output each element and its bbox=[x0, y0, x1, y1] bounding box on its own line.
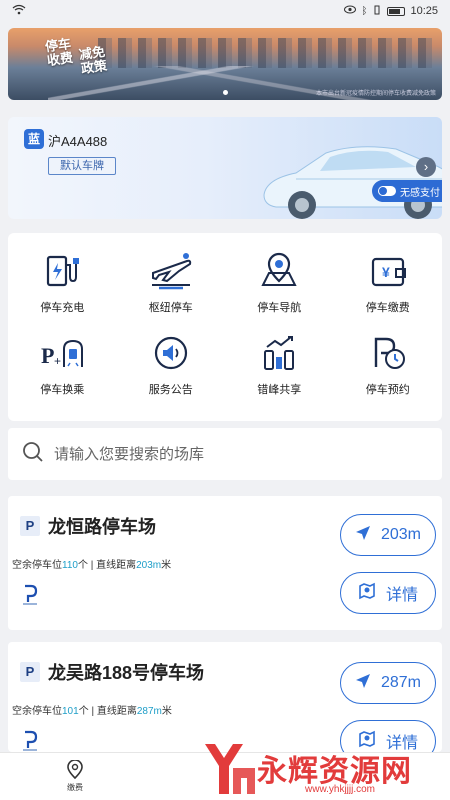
distance: 203m bbox=[136, 560, 162, 571]
svg-text:¥: ¥ bbox=[382, 264, 390, 280]
service-announcements[interactable]: 服务公告 bbox=[117, 331, 226, 413]
service-label: 错峰共享 bbox=[257, 384, 302, 396]
search-icon bbox=[22, 441, 44, 468]
service-parking-navigation[interactable]: 停车导航 bbox=[225, 249, 334, 331]
service-label: 枢纽停车 bbox=[148, 302, 193, 314]
service-park-and-ride[interactable]: P + 停车换乘 bbox=[8, 331, 117, 413]
plate-number: 沪A4A488 bbox=[48, 134, 108, 149]
plane-parking-icon bbox=[149, 249, 193, 293]
banner-title-line2: 减免政策 bbox=[78, 43, 108, 77]
parking-lot-card[interactable]: P 龙吴路188号停车场 空余停车位101个 | 直线距离287m米 287m … bbox=[8, 642, 442, 752]
info-mid: 个 | 直线距离 bbox=[77, 560, 137, 571]
info-mid: 个 | 直线距离 bbox=[78, 706, 137, 717]
detail-label: 详情 bbox=[385, 735, 418, 752]
eye-icon bbox=[344, 5, 357, 17]
reservation-clock-icon bbox=[366, 331, 410, 375]
info-prefix: 空余停车位 bbox=[12, 706, 62, 717]
navigate-label: 203m bbox=[380, 526, 422, 543]
service-label: 停车导航 bbox=[257, 302, 302, 314]
free-spaces: 110 bbox=[62, 560, 78, 571]
detail-button[interactable]: 详情 bbox=[340, 720, 436, 752]
detail-button[interactable]: 详情 bbox=[340, 572, 436, 614]
banner-pager-dot bbox=[223, 90, 228, 95]
bottom-tab-bar: 缴费 bbox=[0, 752, 450, 800]
park-and-ride-icon: P + bbox=[40, 331, 84, 375]
service-grid: 停车充电 枢纽停车 停车导航 ¥ 停车缴费 P+ 停车换乘 服务公告 错峰共享 bbox=[8, 233, 442, 421]
banner-title-line1: 停车收费 bbox=[44, 35, 74, 69]
lot-name: 龙吴路188号停车场 bbox=[48, 663, 205, 683]
service-label: 停车充电 bbox=[40, 302, 85, 314]
svg-text:P: P bbox=[41, 343, 54, 368]
info-suffix: 米 bbox=[161, 560, 172, 571]
status-bar: ᛒ 10:25 bbox=[0, 0, 450, 22]
navigate-label: 287m bbox=[380, 674, 422, 691]
navigate-button[interactable]: 287m bbox=[340, 662, 436, 704]
operator-logo-icon bbox=[23, 584, 38, 605]
distance: 287m bbox=[136, 706, 162, 717]
search-bar[interactable] bbox=[8, 428, 442, 480]
battery-icon bbox=[387, 6, 406, 16]
info-prefix: 空余停车位 bbox=[12, 560, 62, 571]
wifi-icon bbox=[12, 4, 26, 18]
parking-p-icon: P bbox=[20, 662, 40, 682]
parking-p-icon: P bbox=[20, 516, 40, 536]
default-plate-button[interactable]: 默认车牌 bbox=[48, 157, 116, 175]
speaker-icon bbox=[149, 331, 193, 375]
map-detail-icon bbox=[358, 730, 376, 753]
plate-next-arrow-icon[interactable]: › bbox=[416, 157, 436, 177]
nosense-pay-label: 无感支付 bbox=[400, 187, 440, 199]
vehicle-plate-card[interactable]: 蓝 沪A4A488 默认车牌 › 无感支付 bbox=[8, 117, 442, 219]
vibrate-icon bbox=[372, 5, 382, 18]
lot-name: 龙恒路停车场 bbox=[48, 517, 156, 537]
operator-logo-icon bbox=[23, 730, 38, 751]
search-input[interactable] bbox=[54, 445, 414, 463]
service-label: 停车预约 bbox=[365, 384, 410, 396]
service-label: 停车缴费 bbox=[365, 302, 410, 314]
lot-info: 空余停车位110个 | 直线距离203m米 bbox=[12, 556, 171, 571]
parking-lot-card[interactable]: P 龙恒路停车场 空余停车位110个 | 直线距离203m米 203m 详情 bbox=[8, 496, 442, 630]
car-illustration bbox=[263, 146, 442, 219]
banner-city-skyline bbox=[98, 38, 438, 68]
wallet-icon: ¥ bbox=[366, 249, 410, 293]
service-label: 服务公告 bbox=[148, 384, 193, 396]
service-hub-parking[interactable]: 枢纽停车 bbox=[117, 249, 226, 331]
bluetooth-icon: ᛒ bbox=[361, 5, 368, 17]
map-detail-icon bbox=[358, 582, 376, 605]
lot-info: 空余停车位101个 | 直线距离287m米 bbox=[12, 702, 172, 717]
detail-label: 详情 bbox=[385, 587, 418, 604]
tab-label: 缴费 bbox=[67, 783, 83, 792]
ev-charger-icon bbox=[40, 249, 84, 293]
status-time: 10:25 bbox=[410, 5, 438, 17]
map-pin-icon bbox=[257, 249, 301, 293]
svg-text:+: + bbox=[54, 354, 61, 368]
toggle-switch-icon bbox=[378, 186, 396, 196]
banner-caption: 本市出台新冠疫情防控期间停车收费减免政策 bbox=[315, 91, 436, 97]
plate-color-badge: 蓝 bbox=[24, 129, 44, 149]
shared-parking-icon bbox=[257, 331, 301, 375]
send-arrow-icon bbox=[355, 525, 371, 546]
info-suffix: 米 bbox=[161, 706, 172, 717]
service-label: 停车换乘 bbox=[40, 384, 85, 396]
service-parking-payment[interactable]: ¥ 停车缴费 bbox=[334, 249, 443, 331]
send-arrow-icon bbox=[355, 673, 371, 694]
service-parking-reservation[interactable]: 停车预约 bbox=[334, 331, 443, 413]
free-spaces: 101 bbox=[62, 706, 79, 717]
service-off-peak-sharing[interactable]: 错峰共享 bbox=[225, 331, 334, 413]
promo-banner[interactable]: 停车收费 减免政策 本市出台新冠疫情防控期间停车收费减免政策 bbox=[8, 28, 442, 100]
service-ev-charging[interactable]: 停车充电 bbox=[8, 249, 117, 331]
nosense-pay-toggle[interactable]: 无感支付 bbox=[372, 180, 442, 202]
tab-payment[interactable]: 缴费 bbox=[0, 759, 150, 793]
location-pin-icon bbox=[65, 759, 85, 782]
navigate-button[interactable]: 203m bbox=[340, 514, 436, 556]
